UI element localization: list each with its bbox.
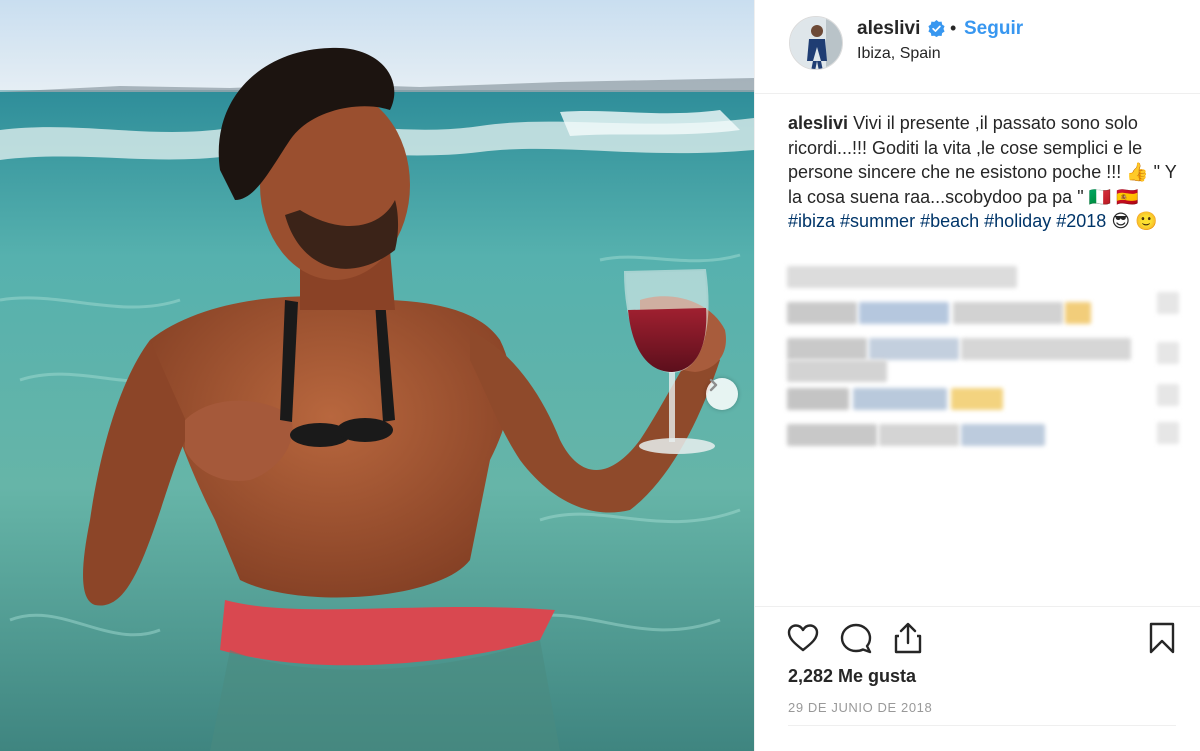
post-username[interactable]: aleslivi xyxy=(857,18,920,40)
post-photo[interactable] xyxy=(0,0,754,751)
post-date[interactable]: 29 DE JUNIO DE 2018 xyxy=(788,700,932,715)
avatar-image xyxy=(790,17,842,69)
blurred-comment xyxy=(961,424,1045,446)
post-header: aleslivi • Seguir Ibiza, Spain xyxy=(755,0,1200,94)
beach-photo-illustration xyxy=(0,0,754,751)
blurred-comment xyxy=(961,338,1131,360)
separator-dot: • xyxy=(950,18,957,38)
blurred-comment xyxy=(787,302,857,324)
blurred-comment xyxy=(1157,384,1179,406)
hashtag-ibiza[interactable]: #ibiza xyxy=(788,211,835,231)
post-location[interactable]: Ibiza, Spain xyxy=(857,45,941,63)
post-caption: aleslivi Vivi il presente ,il passato so… xyxy=(788,111,1178,234)
hashtag-beach[interactable]: #beach xyxy=(920,211,979,231)
post-sidebar: aleslivi • Seguir Ibiza, Spain aleslivi … xyxy=(754,0,1200,751)
blurred-comment xyxy=(853,388,947,410)
likes-count[interactable]: 2,282 Me gusta xyxy=(788,666,916,687)
hashtag-holiday[interactable]: #holiday xyxy=(984,211,1051,231)
blurred-comment xyxy=(869,338,959,360)
blurred-comment xyxy=(859,302,949,324)
blurred-comment xyxy=(787,388,849,410)
blurred-comment xyxy=(787,338,867,360)
hashtag-summer[interactable]: #summer xyxy=(840,211,915,231)
blurred-comment xyxy=(1157,342,1179,364)
blurred-comment xyxy=(1065,302,1091,324)
caption-end-emoji: 😎 🙂 xyxy=(1111,211,1158,231)
heart-icon[interactable] xyxy=(786,621,820,655)
blurred-comments xyxy=(787,262,1187,462)
blurred-comment xyxy=(1157,292,1179,314)
share-icon[interactable] xyxy=(891,621,925,655)
blurred-comment xyxy=(951,388,1003,410)
blurred-comment xyxy=(787,360,887,382)
next-photo-button[interactable] xyxy=(706,378,738,410)
chevron-right-icon xyxy=(709,378,718,392)
blurred-comment xyxy=(1157,422,1179,444)
blurred-comment xyxy=(787,266,1017,288)
instagram-post: aleslivi • Seguir Ibiza, Spain aleslivi … xyxy=(0,0,1200,751)
post-actions: 2,282 Me gusta 29 DE JUNIO DE 2018 xyxy=(755,606,1200,751)
hashtag-2018[interactable]: #2018 xyxy=(1056,211,1106,231)
blurred-comment xyxy=(787,424,877,446)
follow-button[interactable]: Seguir xyxy=(964,18,1023,40)
divider xyxy=(788,725,1176,726)
bookmark-icon[interactable] xyxy=(1145,621,1179,655)
verified-badge-icon xyxy=(928,20,945,37)
blurred-comment xyxy=(953,302,1063,324)
caption-username[interactable]: aleslivi xyxy=(788,113,848,133)
avatar[interactable] xyxy=(789,16,843,70)
blurred-comment xyxy=(879,424,959,446)
comment-icon[interactable] xyxy=(839,621,873,655)
